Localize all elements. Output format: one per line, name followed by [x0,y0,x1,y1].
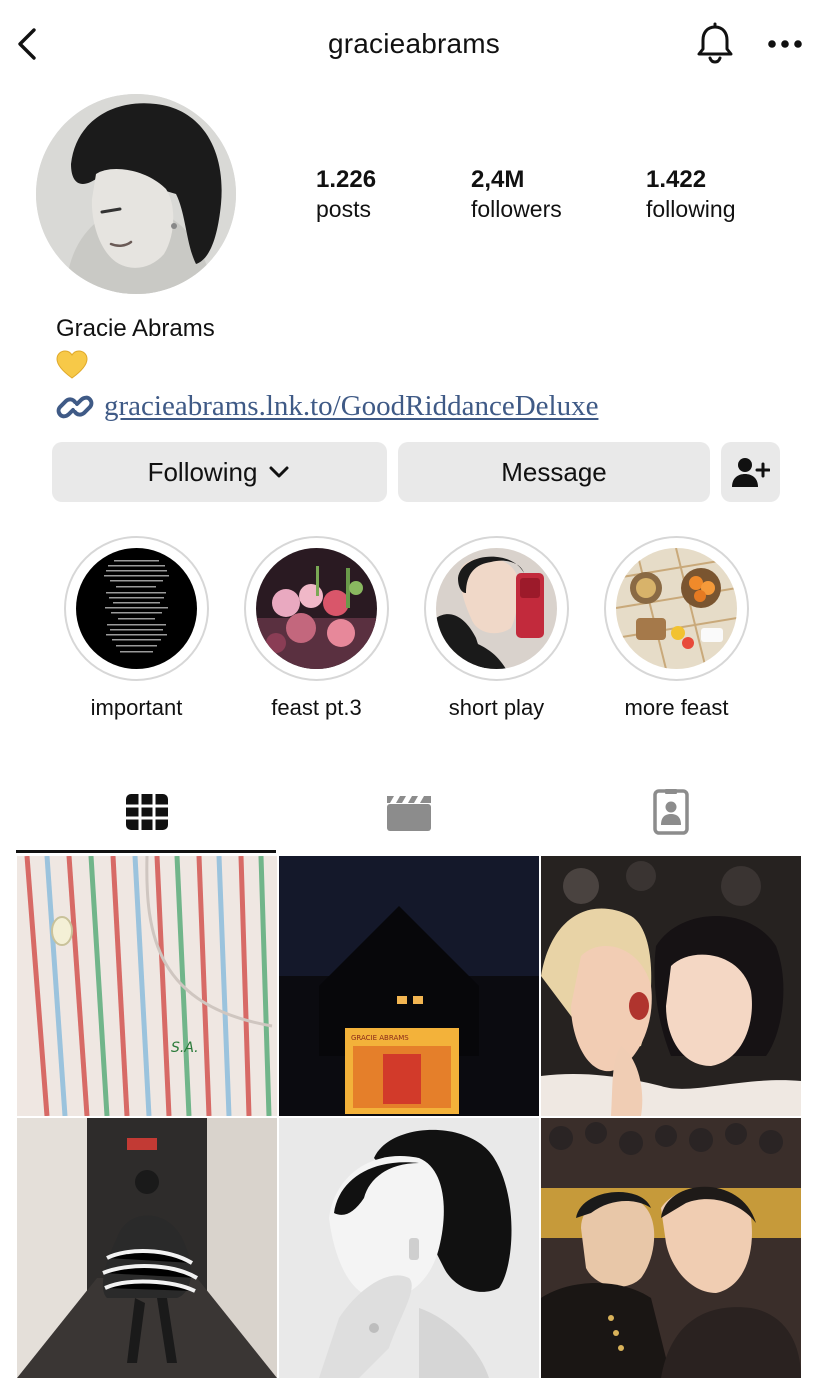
profile-full-name: Gracie Abrams [56,315,215,342]
posts-count[interactable]: 1.226 posts [316,166,376,224]
highlight-label: short play [448,695,545,720]
tab-reels[interactable] [278,770,540,854]
person-add-icon [731,458,770,487]
followers-count-value: 2,4M [471,166,525,193]
highlight-cover [256,548,377,669]
post-thumbnail[interactable]: S.A. [17,856,277,1116]
posts-count-label: posts [316,196,371,222]
following-count-value: 1.422 [646,166,707,193]
following-button-label: Following [147,456,258,487]
followers-count-label: followers [471,196,562,222]
highlight-cover [76,548,197,669]
following-button[interactable]: Following [52,442,387,502]
profile-link[interactable]: gracieabrams.lnk.to/GoodRiddanceDeluxe [56,386,598,426]
tagged-person-icon [653,789,689,835]
tab-posts[interactable] [16,770,278,854]
message-button[interactable]: Message [398,442,710,502]
svg-text:GRACIE ABRAMS: GRACIE ABRAMS [351,1034,409,1042]
message-button-label: Message [501,456,607,487]
following-count-label: following [646,196,736,222]
posts-count-value: 1.226 [316,166,377,193]
chevron-down-icon [269,466,289,478]
highlight-label: important [90,695,183,720]
bell-icon[interactable] [693,22,737,66]
highlight-feast-pt3[interactable]: feast pt.3 [244,536,389,722]
highlight-label: feast pt.3 [271,695,362,720]
more-horizontal-icon[interactable] [762,24,808,64]
top-bar: gracieabrams [0,0,828,90]
profile-link-text[interactable]: gracieabrams.lnk.to/GoodRiddanceDeluxe [104,390,598,423]
yellow-heart-icon [56,350,88,380]
post-thumbnail[interactable] [541,1118,801,1378]
followers-count[interactable]: 2,4M followers [471,166,562,224]
active-tab-indicator [16,850,276,853]
highlight-ring [424,536,569,681]
link-icon [56,391,96,421]
highlight-important[interactable]: important [64,536,209,722]
post-thumbnail[interactable] [279,1118,539,1378]
highlight-ring [244,536,389,681]
profile-tabs [16,770,802,854]
post-thumbnail[interactable] [541,856,801,1116]
post-thumbnail[interactable] [17,1118,277,1378]
chevron-left-icon[interactable] [12,24,42,64]
reels-clapper-icon [387,796,431,831]
svg-text:S.A.: S.A. [171,1040,199,1056]
highlight-label: more feast [624,695,729,720]
add-user-button[interactable] [721,442,780,502]
following-count[interactable]: 1.422 following [646,166,736,224]
highlight-ring [64,536,209,681]
highlight-short-play[interactable]: short play [424,536,569,722]
profile-avatar[interactable] [36,94,236,294]
post-thumbnail[interactable]: GRACIE ABRAMS [279,856,539,1116]
highlight-cover [436,548,557,669]
highlight-cover [616,548,737,669]
highlight-ring [604,536,749,681]
tab-tagged[interactable] [540,770,802,854]
highlight-more-feast[interactable]: more feast [604,536,749,722]
grid-icon [126,794,168,830]
